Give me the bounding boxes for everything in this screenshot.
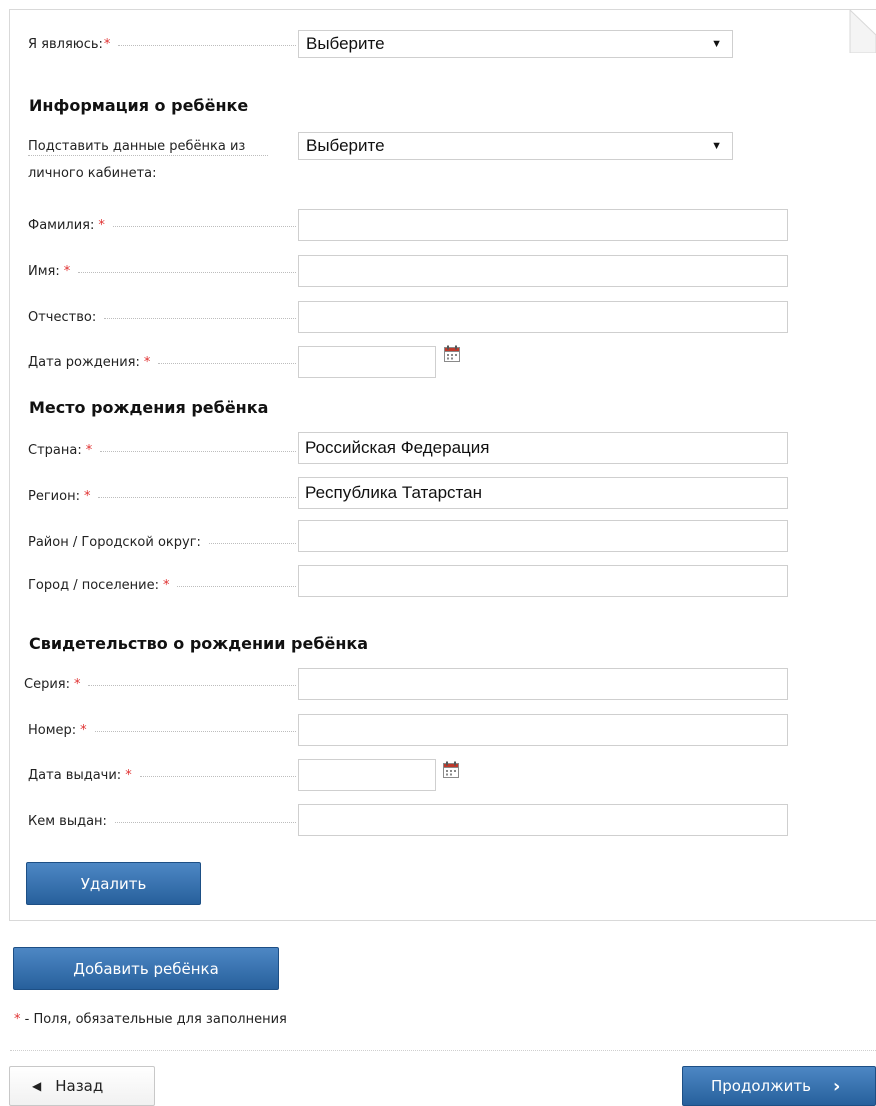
i-am-label: Я являюсь: * [28,34,296,54]
series-label: Серия: * [24,674,296,694]
fill-from-cabinet-label-line2: личного кабинета: [28,165,157,181]
patronymic-label: Отчество: [28,307,296,327]
issue-date-label: Дата выдачи: * [28,765,296,785]
birthplace-heading: Место рождения ребёнка [29,398,269,417]
footer-divider [10,1050,876,1051]
calendar-icon[interactable] [444,345,460,362]
birth-date-label: Дата рождения: * [28,352,296,372]
dropdown-arrow-icon: ▼ [711,38,722,50]
chevron-left-icon: ◀ [32,1079,42,1093]
back-button[interactable]: ◀ Назад [9,1066,155,1106]
issue-date-input[interactable] [298,759,436,791]
patronymic-input[interactable] [298,301,788,333]
name-input[interactable] [298,255,788,287]
series-input[interactable] [298,668,788,700]
district-label: Район / Городской округ: [28,532,296,552]
region-input[interactable]: Республика Татарстан [298,477,788,509]
child-info-heading: Информация о ребёнке [29,96,249,115]
add-child-button[interactable]: Добавить ребёнка [13,947,279,990]
chevron-right-icon: › [832,1075,841,1097]
region-label: Регион: * [28,486,296,506]
number-label: Номер: * [28,720,296,740]
dropdown-arrow-icon: ▼ [711,140,722,152]
city-input[interactable] [298,565,788,597]
birth-date-input[interactable] [298,346,436,378]
country-label: Страна: * [28,440,296,460]
city-label: Город / поселение: * [28,575,296,595]
calendar-icon[interactable] [443,761,459,778]
issued-by-label: Кем выдан: [28,811,296,831]
delete-button[interactable]: Удалить [26,862,201,905]
required-fields-note: * - Поля, обязательные для заполнения [14,1012,287,1027]
surname-label: Фамилия: * [28,215,296,235]
i-am-select[interactable]: Выберите ▼ [298,30,733,58]
page-fold-icon [849,9,876,53]
district-input[interactable] [298,520,788,552]
surname-input[interactable] [298,209,788,241]
issued-by-input[interactable] [298,804,788,836]
name-label: Имя: * [28,261,296,281]
continue-button[interactable]: Продолжить › [682,1066,876,1106]
number-input[interactable] [298,714,788,746]
fill-from-cabinet-label: Подставить данные ребёнка из [28,138,246,154]
country-input[interactable]: Российская Федерация [298,432,788,464]
certificate-heading: Свидетельство о рождении ребёнка [29,634,369,653]
fill-from-cabinet-select[interactable]: Выберите ▼ [298,132,733,160]
